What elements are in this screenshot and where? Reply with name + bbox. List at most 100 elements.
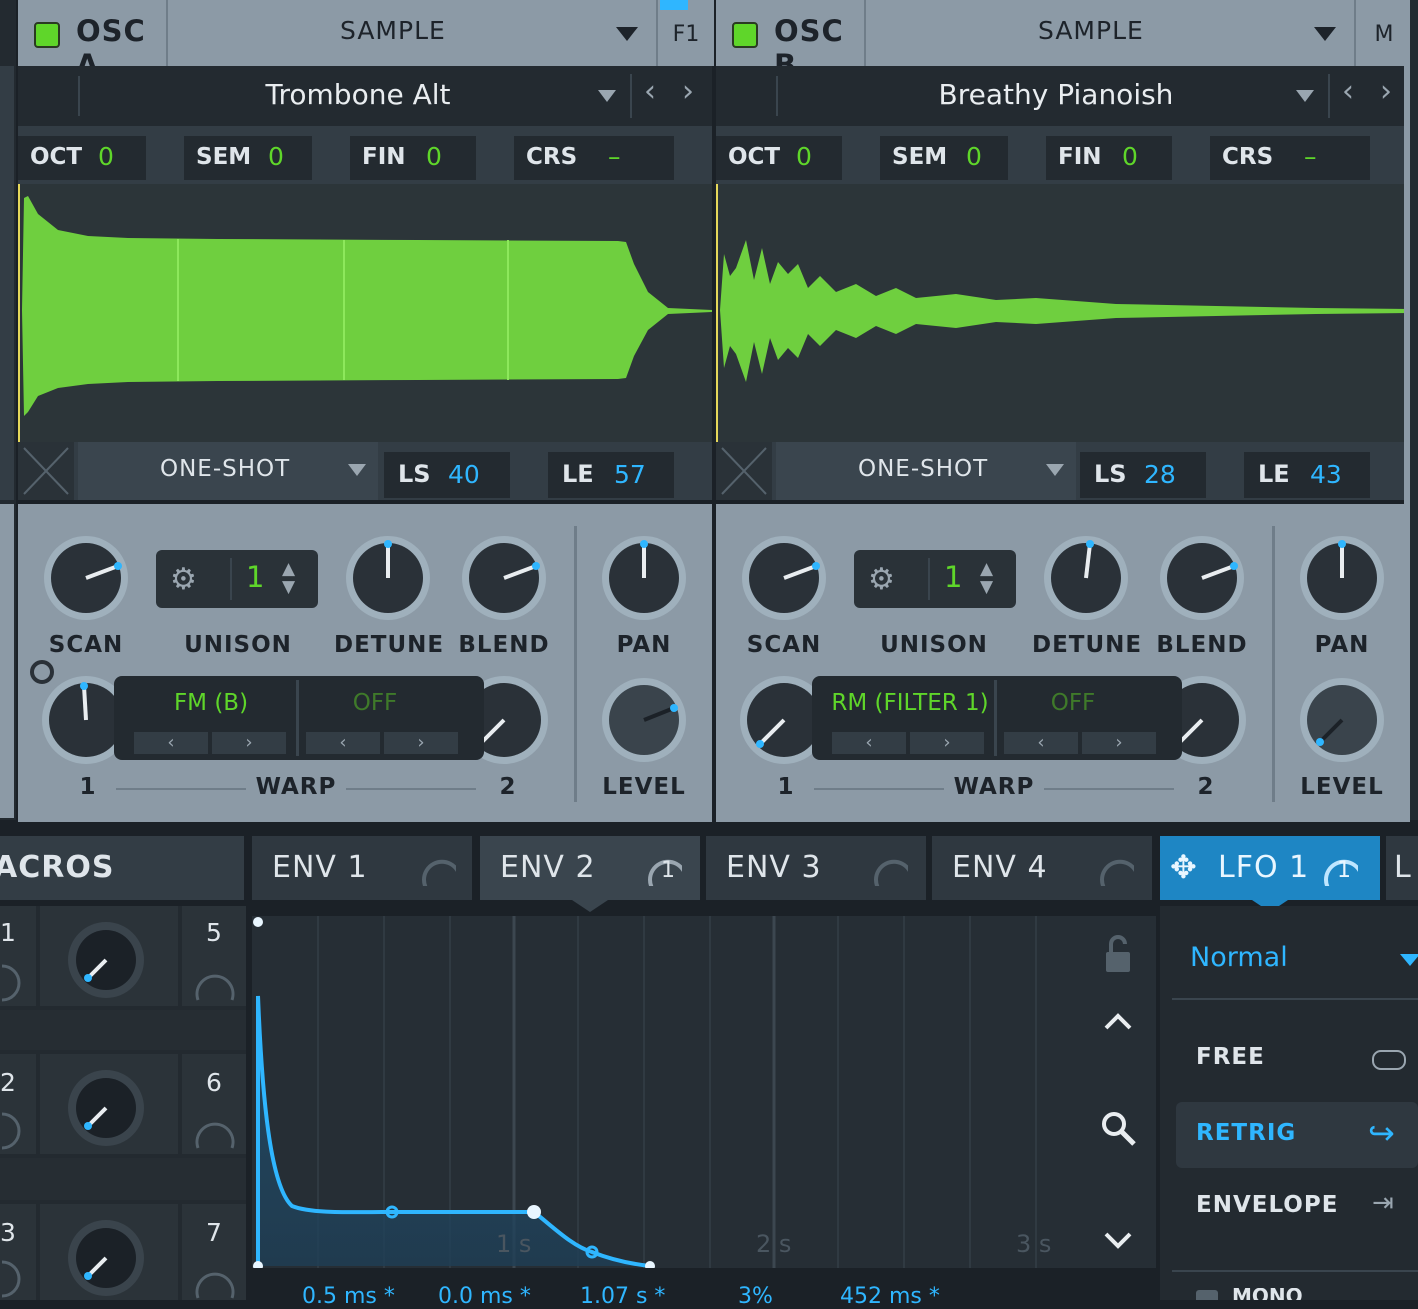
scan-knob [44, 536, 128, 620]
osc-b-loop-start[interactable]: LS 28 [1080, 452, 1206, 498]
osc-b-mode[interactable]: SAMPLE [1038, 16, 1144, 45]
osc-b-title-box[interactable]: OSC B [716, 0, 866, 82]
osc-b-sample-name[interactable]: Breathy Pianoish [876, 78, 1236, 111]
osc-b-crs[interactable]: CRS – [1210, 136, 1370, 180]
osc-a-sample-name[interactable]: Trombone Alt [198, 78, 518, 111]
osc-b-param-row: OCT 0 SEM 0 FIN 0 CRS – [716, 126, 1410, 184]
osc-b-warp1-slot[interactable]: RM (FILTER 1) ‹ › [812, 676, 992, 760]
cross-icon[interactable] [18, 442, 74, 500]
prev-sample-icon[interactable]: ‹ [644, 74, 656, 109]
osc-b-panel: OSC B SAMPLE M Breathy Pianoish ‹ › OCT … [716, 0, 1412, 822]
warp2-next[interactable]: › [384, 732, 458, 754]
macro-knob [68, 922, 144, 998]
move-icon[interactable]: ✥ [1170, 848, 1197, 886]
osc-b-sem[interactable]: SEM 0 [880, 136, 1008, 180]
chevron-down-icon[interactable] [616, 27, 638, 41]
osc-b-loop-mode[interactable]: ONE-SHOT [776, 442, 1076, 500]
sustain-value[interactable]: 3% [738, 1284, 773, 1309]
tab-env2[interactable]: ENV 2 1 [480, 836, 700, 912]
lfo-envelope-option[interactable]: ENVELOPE ⇥ [1176, 1176, 1418, 1238]
osc-a-crs[interactable]: CRS – [514, 136, 674, 180]
stepper-icon[interactable]: ▲ ▼ [282, 560, 295, 596]
warp1-next[interactable]: › [212, 732, 286, 754]
time-label: 3 s [1016, 1230, 1052, 1258]
osc-a-oct[interactable]: OCT 0 [18, 136, 146, 180]
search-button[interactable] [1096, 1106, 1142, 1152]
mod-tab-bar: ACROS ENV 1 ENV 2 1 ENV 3 ENV 4 ✥ LFO 1 … [0, 830, 1418, 912]
osc-a-enable-led[interactable] [34, 22, 60, 48]
chevron-down-icon[interactable] [598, 90, 616, 102]
warp1-next[interactable]: › [910, 732, 984, 754]
osc-a-warp1-slot[interactable]: FM (B) ‹ › [114, 676, 294, 760]
pan-knob [602, 536, 686, 620]
osc-b-loop-end[interactable]: LE 43 [1244, 452, 1370, 498]
osc-a-loop-mode[interactable]: ONE-SHOT [78, 442, 378, 500]
osc-b-loop-row: ONE-SHOT LS 28 LE 43 [716, 442, 1410, 500]
zoom-in-button[interactable] [1096, 1000, 1142, 1046]
mod-source-icon [422, 859, 456, 886]
next-sample-icon[interactable]: › [1380, 74, 1392, 109]
tab-env3[interactable]: ENV 3 [706, 836, 926, 900]
tab-next[interactable]: L [1386, 836, 1418, 900]
osc-a-fin[interactable]: FIN 0 [350, 136, 476, 180]
osc-a-waveform[interactable] [18, 184, 712, 442]
tab-macros[interactable]: ACROS [0, 836, 244, 900]
chevron-down-icon[interactable] [1314, 27, 1336, 41]
decay-value[interactable]: 1.07 s * [580, 1284, 665, 1309]
gear-icon[interactable]: ⚙ [170, 562, 197, 597]
waveform-svg [716, 184, 1410, 442]
route-indicator [660, 0, 688, 10]
osc-a-unison-box[interactable]: ⚙ 1 ▲ ▼ [156, 550, 318, 608]
hold-value[interactable]: 0.0 ms * [438, 1284, 531, 1309]
lfo-retrig-option[interactable]: RETRIG ↪ [1176, 1102, 1418, 1168]
waveform-svg [18, 184, 712, 442]
mono-checkbox[interactable] [1196, 1290, 1218, 1300]
warp-knob2-label: 2 [499, 774, 517, 800]
osc-a-loop-end[interactable]: LE 57 [548, 452, 674, 498]
warp-knob1-label: 1 [79, 774, 97, 800]
osc-a-warp2-slot[interactable]: OFF ‹ › [300, 676, 470, 760]
attack-value[interactable]: 0.5 ms * [302, 1284, 395, 1309]
cross-icon[interactable] [716, 442, 772, 500]
level-knob [1300, 678, 1384, 762]
warp2-next[interactable]: › [1082, 732, 1156, 754]
envelope-graph[interactable]: 1 s 2 s 3 s [252, 916, 1082, 1268]
osc-a-panel: OSC A SAMPLE F1 Trombone Alt ‹ › OCT 0 S… [18, 0, 714, 822]
warp2-prev[interactable]: ‹ [1004, 732, 1078, 754]
warp-label: WARP [953, 774, 1035, 800]
warp2-prev[interactable]: ‹ [306, 732, 380, 754]
warp1-prev[interactable]: ‹ [134, 732, 208, 754]
osc-b-warp2-slot[interactable]: OFF ‹ › [998, 676, 1168, 760]
macro-number: 7 [206, 1218, 222, 1247]
lfo-free-option[interactable]: FREE [1176, 1028, 1418, 1090]
macro-number: 5 [206, 918, 222, 947]
tab-env4[interactable]: ENV 4 [932, 836, 1152, 900]
osc-a-param-row: OCT 0 SEM 0 FIN 0 CRS – [18, 126, 712, 184]
tab-lfo1[interactable]: ✥ LFO 1 1 [1160, 836, 1380, 912]
next-sample-icon[interactable]: › [682, 74, 694, 109]
lfo-mode-select[interactable]: Normal [1172, 926, 1418, 1000]
prev-sample-icon[interactable]: ‹ [1342, 74, 1354, 109]
osc-b-fin[interactable]: FIN 0 [1046, 136, 1172, 180]
osc-a-title-box[interactable]: OSC A [18, 0, 168, 82]
osc-b-enable-led[interactable] [732, 22, 758, 48]
osc-a-sem[interactable]: SEM 0 [184, 136, 312, 180]
osc-b-waveform[interactable] [716, 184, 1410, 442]
stepper-icon[interactable]: ▲ ▼ [980, 560, 993, 596]
release-value[interactable]: 452 ms * [840, 1284, 940, 1309]
lock-button[interactable] [1096, 934, 1142, 980]
osc-a-mode[interactable]: SAMPLE [340, 16, 446, 45]
chevron-down-icon[interactable] [1296, 90, 1314, 102]
zoom-out-button[interactable] [1096, 1216, 1142, 1262]
blend-knob [462, 536, 546, 620]
gear-icon[interactable]: ⚙ [868, 562, 895, 597]
warp1-prev[interactable]: ‹ [832, 732, 906, 754]
envelope-values-row: 0.5 ms * 0.0 ms * 1.07 s * 3% 452 ms * [252, 1268, 1156, 1309]
osc-b-oct[interactable]: OCT 0 [716, 136, 842, 180]
osc-a-filter-tab[interactable]: F1 [656, 0, 714, 66]
lfo-mono-option[interactable]: MONO [1196, 1288, 1418, 1300]
osc-a-loop-start[interactable]: LS 40 [384, 452, 510, 498]
osc-b-unison-box[interactable]: ⚙ 1 ▲ ▼ [854, 550, 1016, 608]
tab-env1[interactable]: ENV 1 [252, 836, 472, 900]
level-label: LEVEL [1300, 774, 1384, 800]
